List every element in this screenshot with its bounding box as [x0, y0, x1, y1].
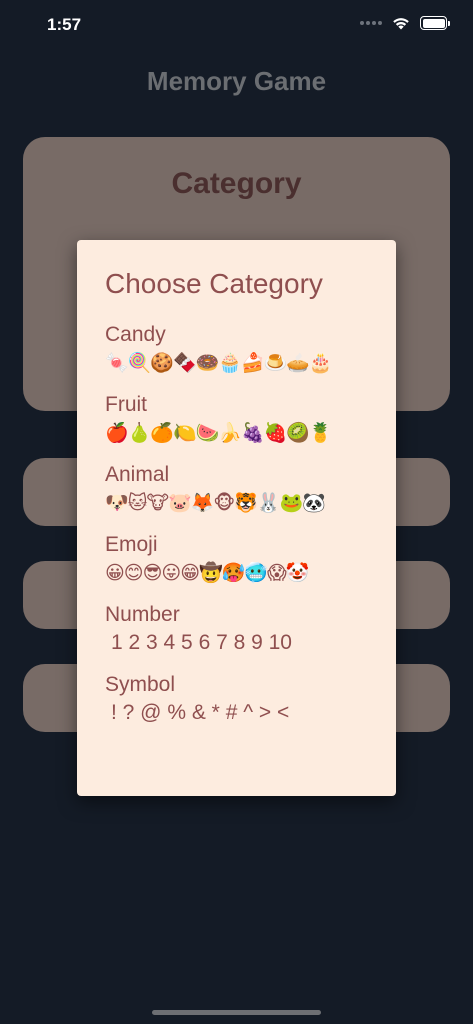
option-preview: ! ? @ % & * # ^ > < — [111, 701, 290, 724]
option-preview: 😀😊😎😛😁🤠🥵🥶😱🤡 — [105, 562, 309, 584]
option-label: Animal — [105, 463, 170, 486]
cellular-signal-icon — [360, 21, 382, 25]
status-icons — [360, 16, 450, 30]
option-label: Symbol — [105, 673, 176, 696]
option-label: Emoji — [105, 533, 158, 556]
status-bar: 1:57 — [0, 0, 473, 50]
option-label: Number — [105, 603, 180, 626]
dialog-title: Choose Category — [105, 268, 323, 299]
category-option-candy[interactable]: Candy 🍬🍭🍪🍫🍩🧁🍰🍮🥧🎂 — [105, 322, 368, 378]
option-preview: 🐶🐱🐮🐷🦊🐵🐯🐰🐸🐼 — [105, 492, 326, 514]
category-option-emoji[interactable]: Emoji 😀😊😎😛😁🤠🥵🥶😱🤡 — [105, 532, 368, 588]
home-indicator[interactable] — [152, 1010, 321, 1015]
status-time: 1:57 — [47, 15, 82, 34]
option-preview: 🍬🍭🍪🍫🍩🧁🍰🍮🥧🎂 — [105, 352, 333, 374]
category-option-number[interactable]: Number 1 2 3 4 5 6 7 8 9 10 — [105, 602, 368, 658]
option-label: Fruit — [105, 393, 147, 416]
wifi-icon — [393, 18, 409, 30]
option-preview: 1 2 3 4 5 6 7 8 9 10 — [111, 631, 292, 654]
category-card-title: Category — [171, 167, 302, 200]
choose-category-dialog: Choose Category Candy 🍬🍭🍪🍫🍩🧁🍰🍮🥧🎂 Fruit 🍎… — [77, 240, 396, 796]
app-title: Memory Game — [146, 66, 327, 96]
category-option-symbol[interactable]: Symbol ! ? @ % & * # ^ > < — [105, 672, 368, 728]
option-preview: 🍎🍐🍊🍋🍉🍌🍇🍓🥝🍍 — [105, 422, 333, 444]
option-label: Candy — [105, 323, 166, 346]
battery-icon — [420, 16, 450, 30]
category-option-fruit[interactable]: Fruit 🍎🍐🍊🍋🍉🍌🍇🍓🥝🍍 — [105, 392, 368, 448]
category-option-animal[interactable]: Animal 🐶🐱🐮🐷🦊🐵🐯🐰🐸🐼 — [105, 462, 368, 518]
